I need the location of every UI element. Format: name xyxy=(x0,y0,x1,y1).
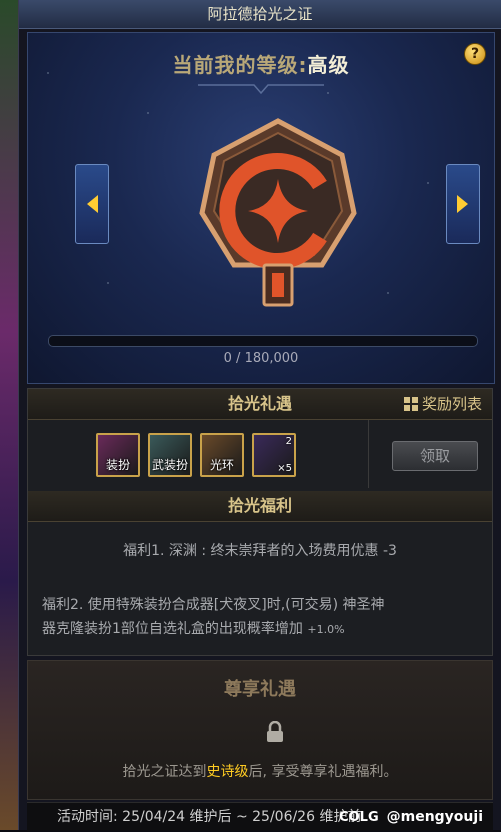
welfare-section-header: 拾光福利 xyxy=(28,491,492,522)
welfare-line-1: 福利1. 深渊 : 终末崇拜者的入场费用优惠 -3 xyxy=(123,543,397,559)
welfare-bonus-value: +1.0% xyxy=(307,623,345,636)
level-value: 高级 xyxy=(307,53,350,77)
item-count-top: 2 xyxy=(285,436,292,447)
reward-item-weapon-outfit[interactable]: 武装扮 xyxy=(148,433,192,477)
grid-icon xyxy=(403,397,418,411)
vip-panel: 尊享礼遇 拾光之证达到史诗级后, 享受尊享礼遇福利。 xyxy=(27,660,493,800)
watermark-brand: COLG @mengyouji xyxy=(339,803,483,832)
welfare-title: 拾光福利 xyxy=(227,496,292,515)
arrow-right-icon xyxy=(457,195,468,213)
brand-user: @mengyouji xyxy=(386,809,483,825)
level-emblem-icon xyxy=(199,118,357,307)
item-count-bottom: ×5 xyxy=(277,463,292,474)
level-label: 当前我的等级: xyxy=(172,53,308,77)
arrow-left-icon xyxy=(87,195,98,213)
welfare-line-2a: 福利2. 使用特殊装扮合成器[犬夜叉]时,(可交易) 神圣神 xyxy=(42,597,385,613)
vip-description: 拾光之证达到史诗级后, 享受尊享礼遇福利。 xyxy=(28,761,492,781)
proof-window: 阿拉德拾光之证 当前我的等级:高级 ? 0 / 180,000 拾光礼遇 奖励列… xyxy=(18,0,501,831)
reward-item-gold-box[interactable]: 2 ×5 xyxy=(252,433,296,477)
welfare-line-2: 福利2. 使用特殊装扮合成器[犬夜叉]时,(可交易) 神圣神 器克隆装扮1部位自… xyxy=(42,593,478,642)
window-title: 阿拉德拾光之证 xyxy=(19,0,501,29)
item-caption: 装扮 xyxy=(105,458,130,472)
vip-desc-highlight: 史诗级 xyxy=(206,764,249,780)
event-footer: 活动时间: 25/04/24 维护后 ~ 25/06/26 维护前 COLG @m… xyxy=(27,802,493,831)
event-timeline: 活动时间: 25/04/24 维护后 ~ 25/06/26 维护前 xyxy=(57,809,362,825)
reward-item-outfit[interactable]: 装扮 xyxy=(96,433,140,477)
vip-title: 尊享礼遇 xyxy=(224,679,296,700)
welfare-line-2b: 器克隆装扮1部位自选礼盒的出现概率增加 +1.0% xyxy=(42,617,478,642)
gift-title: 拾光礼遇 xyxy=(227,394,292,413)
item-caption: 武装扮 xyxy=(151,458,188,472)
reward-item-aura[interactable]: 光环 xyxy=(200,433,244,477)
title-divider-ornament xyxy=(198,84,324,95)
vip-desc-prefix: 拾光之证达到 xyxy=(122,764,207,780)
brand-logo: COLG xyxy=(339,810,379,825)
lock-icon xyxy=(267,721,283,742)
help-icon[interactable]: ? xyxy=(464,43,486,65)
next-level-button[interactable] xyxy=(446,164,480,244)
claim-button[interactable]: 领取 xyxy=(392,441,478,471)
background-art-left xyxy=(0,0,20,830)
previous-level-button[interactable] xyxy=(75,164,109,244)
reward-list-label: 奖励列表 xyxy=(421,395,482,413)
vip-desc-suffix: 后, 享受尊享礼遇福利。 xyxy=(248,764,398,780)
experience-progress-bar xyxy=(48,335,478,347)
level-showcase: 当前我的等级:高级 ? 0 / 180,000 xyxy=(27,32,495,384)
reward-list-button[interactable]: 奖励列表 xyxy=(403,389,482,419)
gift-panel: 拾光礼遇 奖励列表 装扮 武装扮 光环 2 ×5 领取 拾光福利 福利1. 深渊… xyxy=(27,388,493,656)
item-caption: 光环 xyxy=(209,458,234,472)
progress-text: 0 / 180,000 xyxy=(223,351,299,366)
welfare-line-2b-text: 器克隆装扮1部位自选礼盒的出现概率增加 xyxy=(42,621,303,637)
reward-items-row: 装扮 武装扮 光环 2 ×5 xyxy=(28,420,369,488)
gift-section-header: 拾光礼遇 奖励列表 xyxy=(28,389,492,420)
current-level-title: 当前我的等级:高级 xyxy=(28,49,494,78)
